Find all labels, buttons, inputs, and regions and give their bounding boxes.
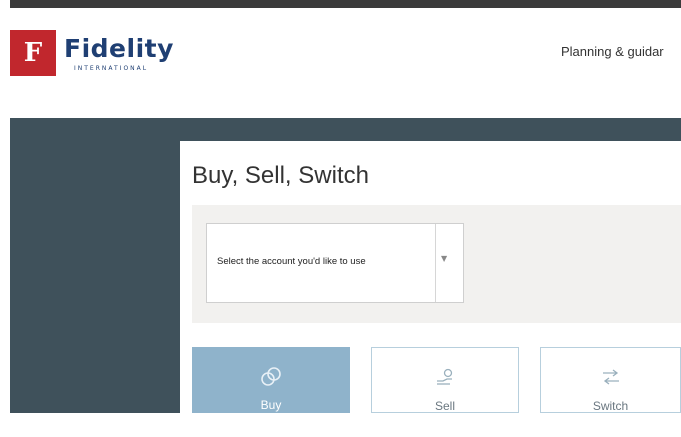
top-bar [10, 0, 681, 8]
select-divider [435, 224, 436, 302]
logo-subtitle: INTERNATIONAL [74, 64, 149, 72]
nav-planning-guidance[interactable]: Planning & guidar [561, 44, 664, 59]
hand-coin-icon [372, 368, 518, 391]
coins-icon [192, 367, 350, 392]
page-title: Buy, Sell, Switch [192, 162, 369, 189]
switch-label: Switch [592, 399, 629, 413]
buy-label: Buy [260, 398, 282, 412]
account-select[interactable]: Select the account you'd like to use ▼ [206, 223, 464, 303]
switch-button[interactable]: Switch [540, 347, 681, 413]
sell-label: Sell [434, 399, 455, 413]
chevron-down-icon[interactable]: ▼ [441, 254, 447, 263]
logo-text: Fidelity INTERNATIONAL [64, 33, 174, 72]
sell-button[interactable]: Sell [371, 347, 519, 413]
buy-button[interactable]: Buy [192, 347, 350, 413]
account-select-value: Select the account you'd like to use [217, 256, 366, 267]
swap-arrows-icon [541, 368, 680, 391]
logo-mark-icon: F [10, 30, 56, 76]
logo-wordmark: Fidelity [64, 33, 174, 63]
fidelity-logo[interactable]: F Fidelity INTERNATIONAL [10, 30, 174, 76]
